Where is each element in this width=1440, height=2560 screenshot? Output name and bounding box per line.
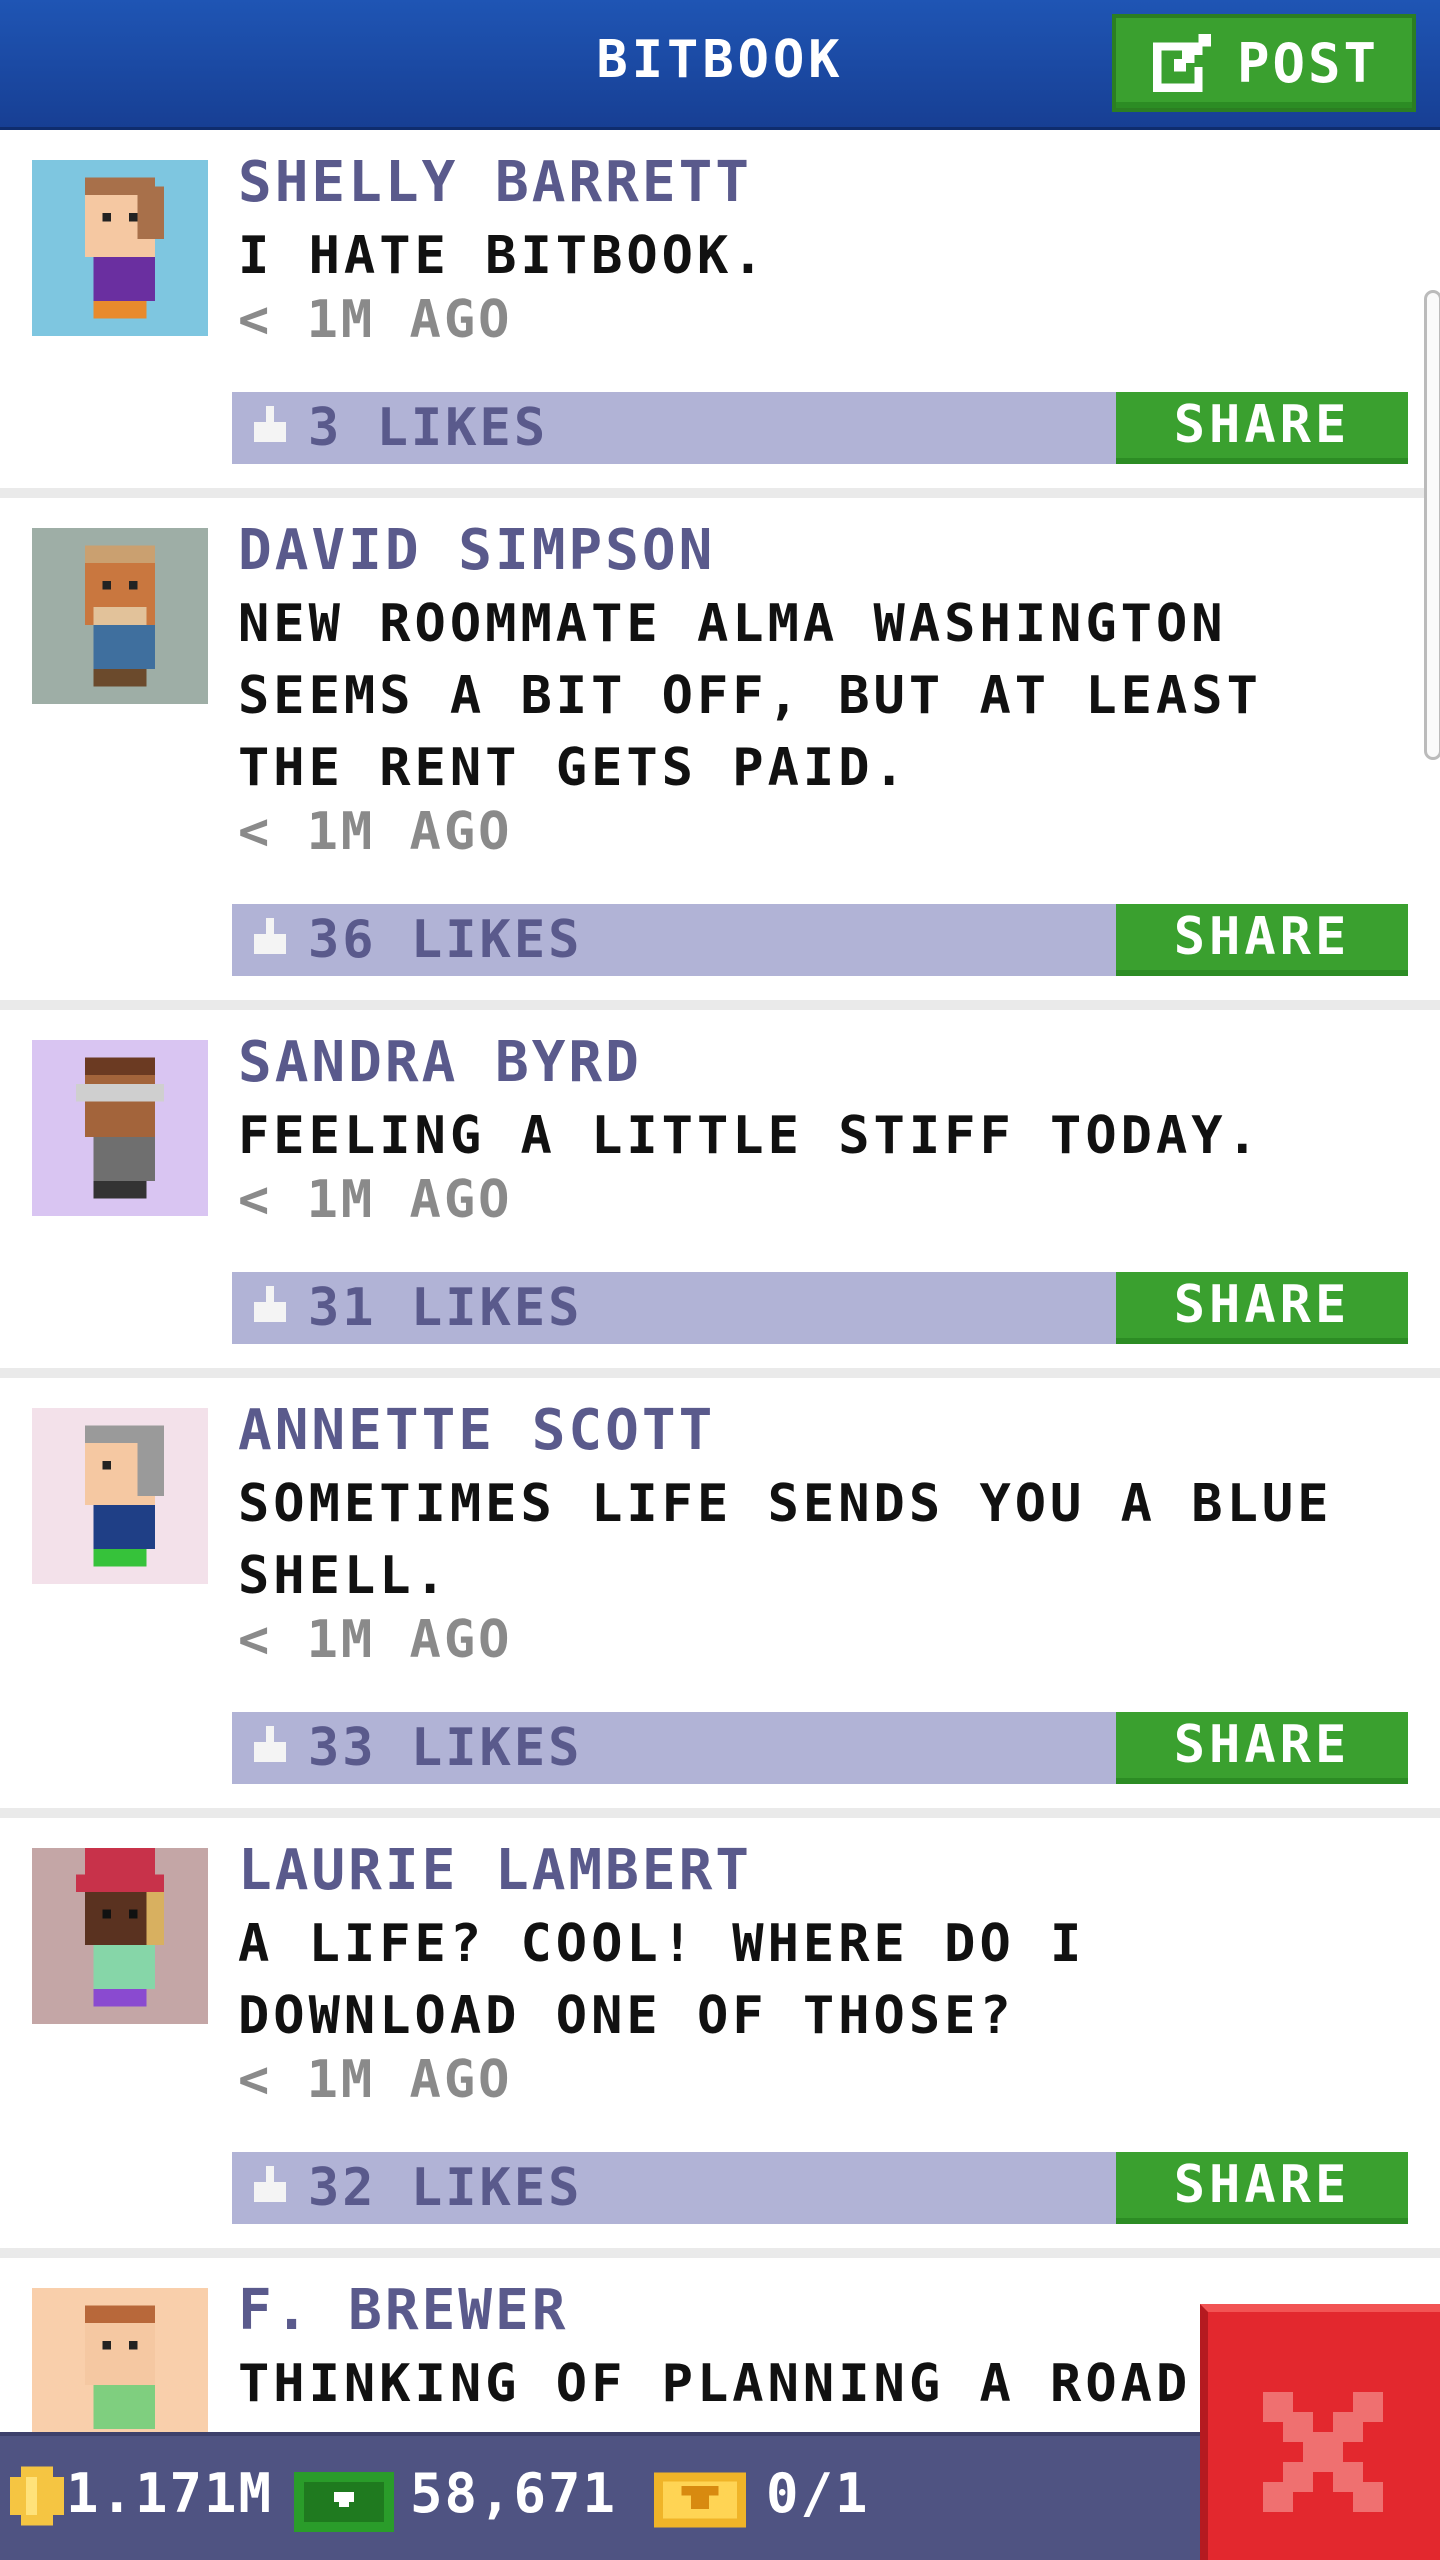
feed-post: LAURIE LAMBERT A LIFE? COOL! WHERE DO I …	[0, 1818, 1440, 2258]
likes-bar: 32 LIKES SHARE	[232, 2152, 1408, 2224]
coin-count[interactable]: 1.171M	[66, 2462, 273, 2525]
post-message: FEELING A LITTLE STIFF TODAY.	[238, 1106, 1262, 1166]
thumbs-up-icon	[254, 1286, 286, 1322]
avatar[interactable]	[32, 1848, 208, 2024]
poster-name[interactable]: SHELLY BARRETT	[238, 150, 752, 215]
compose-icon	[1153, 34, 1211, 92]
close-icon	[1263, 2392, 1383, 2512]
post-button[interactable]: POST	[1112, 14, 1416, 112]
post-timestamp: < 1M AGO	[238, 802, 513, 862]
like-count[interactable]: 33 LIKES	[308, 1718, 582, 1778]
post-button-label: POST	[1236, 31, 1380, 95]
feed-post: SANDRA BYRD FEELING A LITTLE STIFF TODAY…	[0, 1010, 1440, 1378]
poster-name[interactable]: LAURIE LAMBERT	[238, 1838, 752, 1903]
ticket-count[interactable]: 0/1	[766, 2462, 870, 2525]
post-message: A LIFE? COOL! WHERE DO I DOWNLOAD ONE OF…	[238, 1914, 1086, 2046]
feed-post: ANNETTE SCOTT SOMETIMES LIFE SENDS YOU A…	[0, 1378, 1440, 1818]
close-button[interactable]	[1200, 2304, 1440, 2560]
avatar[interactable]	[32, 160, 208, 336]
post-timestamp: < 1M AGO	[238, 1170, 513, 1230]
app-header: BITBOOK POST	[0, 0, 1440, 130]
likes-bar: 33 LIKES SHARE	[232, 1712, 1408, 1784]
poster-name[interactable]: ANNETTE SCOTT	[238, 1398, 715, 1463]
like-count[interactable]: 31 LIKES	[308, 1278, 582, 1338]
ticket-icon	[654, 2472, 746, 2528]
like-count[interactable]: 32 LIKES	[308, 2158, 582, 2218]
feed-post: DAVID SIMPSON NEW ROOMMATE ALMA WASHINGT…	[0, 498, 1440, 1010]
thumbs-up-icon	[254, 406, 286, 442]
share-button[interactable]: SHARE	[1116, 1272, 1408, 1344]
post-timestamp: < 1M AGO	[238, 2050, 513, 2110]
post-timestamp: < 1M AGO	[238, 290, 513, 350]
post-message: NEW ROOMMATE ALMA WASHINGTON SEEMS A BIT…	[238, 594, 1262, 798]
thumbs-up-icon	[254, 1726, 286, 1762]
post-message: I HATE BITBOOK.	[238, 226, 768, 286]
post-timestamp: < 1M AGO	[238, 1610, 513, 1670]
like-count[interactable]: 36 LIKES	[308, 910, 582, 970]
coin-icon	[10, 2466, 64, 2526]
avatar[interactable]	[32, 1408, 208, 1584]
feed-post: SHELLY BARRETT I HATE BITBOOK. < 1M AGO …	[0, 130, 1440, 498]
thumbs-up-icon	[254, 2166, 286, 2202]
poster-name[interactable]: F. BREWER	[238, 2278, 568, 2343]
avatar[interactable]	[32, 528, 208, 704]
scrollbar[interactable]	[1424, 290, 1440, 760]
bux-count[interactable]: 58,671	[410, 2462, 617, 2525]
thumbs-up-icon	[254, 918, 286, 954]
post-message: SOMETIMES LIFE SENDS YOU A BLUE SHELL.	[238, 1474, 1333, 1606]
poster-name[interactable]: DAVID SIMPSON	[238, 518, 715, 583]
share-button[interactable]: SHARE	[1116, 392, 1408, 464]
likes-bar: 31 LIKES SHARE	[232, 1272, 1408, 1344]
avatar[interactable]	[32, 1040, 208, 1216]
share-button[interactable]: SHARE	[1116, 2152, 1408, 2224]
poster-name[interactable]: SANDRA BYRD	[238, 1030, 642, 1095]
share-button[interactable]: SHARE	[1116, 904, 1408, 976]
likes-bar: 3 LIKES SHARE	[232, 392, 1408, 464]
share-button[interactable]: SHARE	[1116, 1712, 1408, 1784]
likes-bar: 36 LIKES SHARE	[232, 904, 1408, 976]
like-count[interactable]: 3 LIKES	[308, 398, 548, 458]
bux-icon	[294, 2472, 394, 2532]
news-feed[interactable]: SHELLY BARRETT I HATE BITBOOK. < 1M AGO …	[0, 130, 1440, 2558]
